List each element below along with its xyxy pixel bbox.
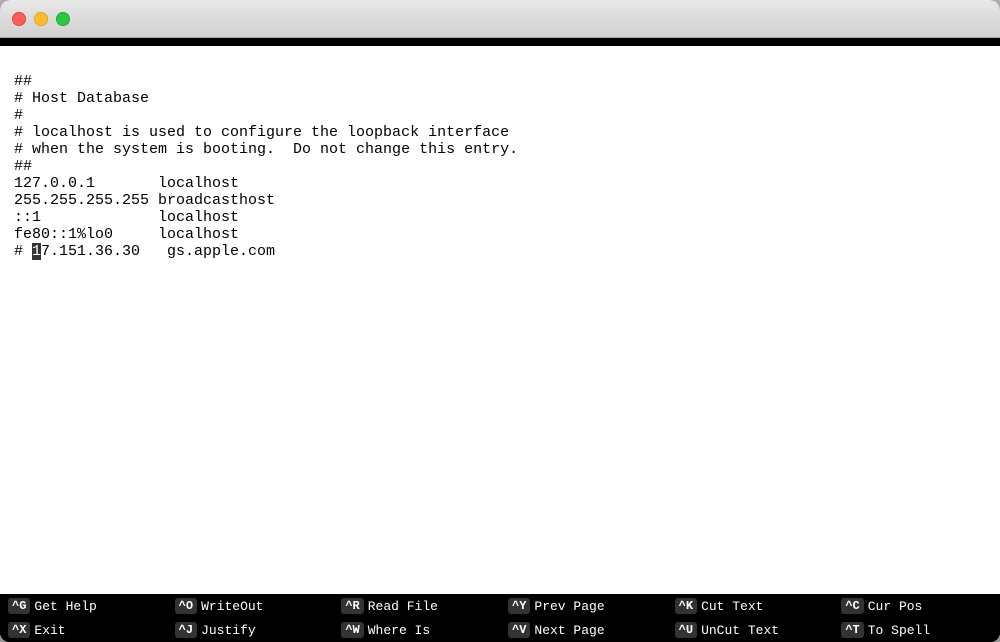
editor-area[interactable]: ## # Host Database # # localhost is used…	[0, 46, 1000, 594]
maximize-button[interactable]	[56, 12, 70, 26]
shortcut-item-4-top: ^K Cut Text	[667, 594, 834, 618]
shortcut-label-3-bottom: Next Page	[534, 623, 604, 638]
shortcut-key-3-bottom[interactable]: ^V	[508, 622, 530, 638]
shortcut-label-2-bottom: Where Is	[368, 623, 430, 638]
shortcut-item-2-bottom: ^W Where Is	[333, 618, 500, 642]
window: ## # Host Database # # localhost is used…	[0, 0, 1000, 642]
shortcut-item-0-top: ^G Get Help	[0, 594, 167, 618]
shortcut-label-5-top: Cur Pos	[868, 599, 923, 614]
shortcut-label-5-bottom: To Spell	[868, 623, 930, 638]
minimize-button[interactable]	[34, 12, 48, 26]
shortcut-key-1-bottom[interactable]: ^J	[175, 622, 197, 638]
shortcut-label-2-top: Read File	[368, 599, 438, 614]
shortcut-label-0-top: Get Help	[34, 599, 96, 614]
nano-header	[0, 38, 1000, 46]
title-bar	[0, 0, 1000, 38]
shortcut-key-4-top[interactable]: ^K	[675, 598, 697, 614]
shortcut-label-1-top: WriteOut	[201, 599, 263, 614]
shortcut-key-2-top[interactable]: ^R	[341, 598, 363, 614]
shortcut-item-3-bottom: ^V Next Page	[500, 618, 667, 642]
shortcut-key-5-top[interactable]: ^C	[841, 598, 863, 614]
cursor: 1	[32, 243, 41, 260]
shortcut-label-3-top: Prev Page	[534, 599, 604, 614]
shortcut-label-4-top: Cut Text	[701, 599, 763, 614]
shortcut-label-0-bottom: Exit	[34, 623, 65, 638]
shortcut-label-1-bottom: Justify	[201, 623, 256, 638]
shortcut-item-0-bottom: ^X Exit	[0, 618, 167, 642]
shortcut-key-3-top[interactable]: ^Y	[508, 598, 530, 614]
shortcut-key-4-bottom[interactable]: ^U	[675, 622, 697, 638]
shortcut-label-4-bottom: UnCut Text	[701, 623, 779, 638]
shortcut-key-5-bottom[interactable]: ^T	[841, 622, 863, 638]
shortcut-bar: ^G Get Help ^O WriteOut ^R Read File ^Y Prev Pa…	[0, 594, 1000, 642]
traffic-lights	[12, 12, 70, 26]
shortcut-key-1-top[interactable]: ^O	[175, 598, 197, 614]
shortcut-item-2-top: ^R Read File	[333, 594, 500, 618]
close-button[interactable]	[12, 12, 26, 26]
shortcut-item-3-top: ^Y Prev Page	[500, 594, 667, 618]
shortcut-item-4-bottom: ^U UnCut Text	[667, 618, 834, 642]
shortcut-item-1-bottom: ^J Justify	[167, 618, 334, 642]
shortcut-item-1-top: ^O WriteOut	[167, 594, 334, 618]
shortcut-key-0-top[interactable]: ^G	[8, 598, 30, 614]
shortcut-key-2-bottom[interactable]: ^W	[341, 622, 363, 638]
shortcut-item-5-bottom: ^T To Spell	[833, 618, 1000, 642]
shortcut-key-0-bottom[interactable]: ^X	[8, 622, 30, 638]
shortcut-item-5-top: ^C Cur Pos	[833, 594, 1000, 618]
